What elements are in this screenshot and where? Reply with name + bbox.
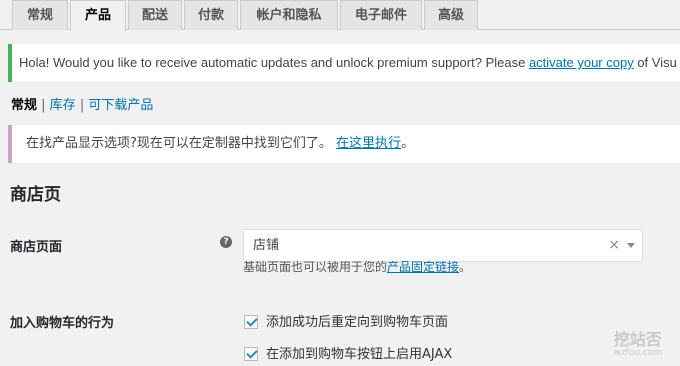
watermark-url: wzfou.com (613, 348, 662, 358)
shop-page-selected: 店铺 (253, 238, 280, 253)
tab-accounts-privacy[interactable]: 帐户和隐私 (240, 0, 338, 30)
help-icon[interactable]: ? (220, 236, 232, 248)
enable-ajax-option[interactable]: 在添加到购物车按钮上启用AJAX (244, 343, 452, 362)
watermark: 挖站否 wzfou.com (613, 326, 662, 358)
clear-icon[interactable]: × (608, 230, 620, 261)
tab-shipping[interactable]: 配送 (128, 0, 182, 30)
tab-payments[interactable]: 付款 (184, 0, 238, 30)
tab-advanced[interactable]: 高级 (424, 0, 478, 30)
settings-tab-bar: 常规 产品 配送 付款 帐户和隐私 电子邮件 高级 (0, 0, 680, 31)
subnav-separator: | (75, 98, 89, 113)
section-subnav: 常规 | 库存 | 可下载产品 (11, 94, 153, 113)
product-permalinks-link[interactable]: 产品固定链接 (387, 260, 459, 274)
subnav-downloadable[interactable]: 可下载产品 (88, 98, 153, 113)
chevron-down-icon[interactable] (627, 243, 635, 248)
enable-ajax-text: 在添加到购物车按钮上启用AJAX (266, 347, 453, 362)
redirect-to-cart-option[interactable]: 添加成功后重定向到购物车页面 (244, 311, 448, 330)
tab-emails[interactable]: 电子邮件 (340, 0, 422, 30)
activate-copy-link[interactable]: activate your copy (529, 55, 634, 70)
shop-page-description: 基础页面也可以被用于您的产品固定链接。 (243, 258, 471, 275)
update-notice-text-after: of Visu (633, 55, 677, 70)
tab-products[interactable]: 产品 (70, 0, 126, 31)
shop-page-desc-end: 。 (459, 260, 472, 274)
shop-page-desc-text: 基础页面也可以被用于您的 (243, 260, 388, 274)
update-notice-text: Hola! Would you like to receive automati… (19, 55, 529, 70)
enable-ajax-checkbox[interactable] (244, 347, 258, 361)
go-to-customizer-link[interactable]: 在这里执行 (336, 136, 401, 151)
subnav-inventory[interactable]: 库存 (50, 98, 76, 113)
customizer-notice-text: 在找产品显示选项?现在可以在定制器中找到它们了。 (26, 136, 337, 151)
subnav-general[interactable]: 常规 (11, 98, 37, 113)
subnav-separator: | (37, 98, 50, 113)
watermark-title: 挖站否 (613, 330, 662, 349)
tab-general[interactable]: 常规 (12, 0, 68, 30)
redirect-to-cart-checkbox[interactable] (244, 315, 258, 329)
section-title: 商店页 (10, 185, 61, 205)
redirect-to-cart-text: 添加成功后重定向到购物车页面 (266, 315, 449, 330)
add-to-cart-label: 加入购物车的行为 (10, 316, 115, 331)
customizer-notice: 在找产品显示选项?现在可以在定制器中找到它们了。 在这里执行。 (8, 125, 680, 163)
update-notice: Hola! Would you like to receive automati… (8, 44, 680, 82)
customizer-notice-end: 。 (401, 136, 415, 151)
shop-page-label: 商店页面 (10, 240, 63, 255)
